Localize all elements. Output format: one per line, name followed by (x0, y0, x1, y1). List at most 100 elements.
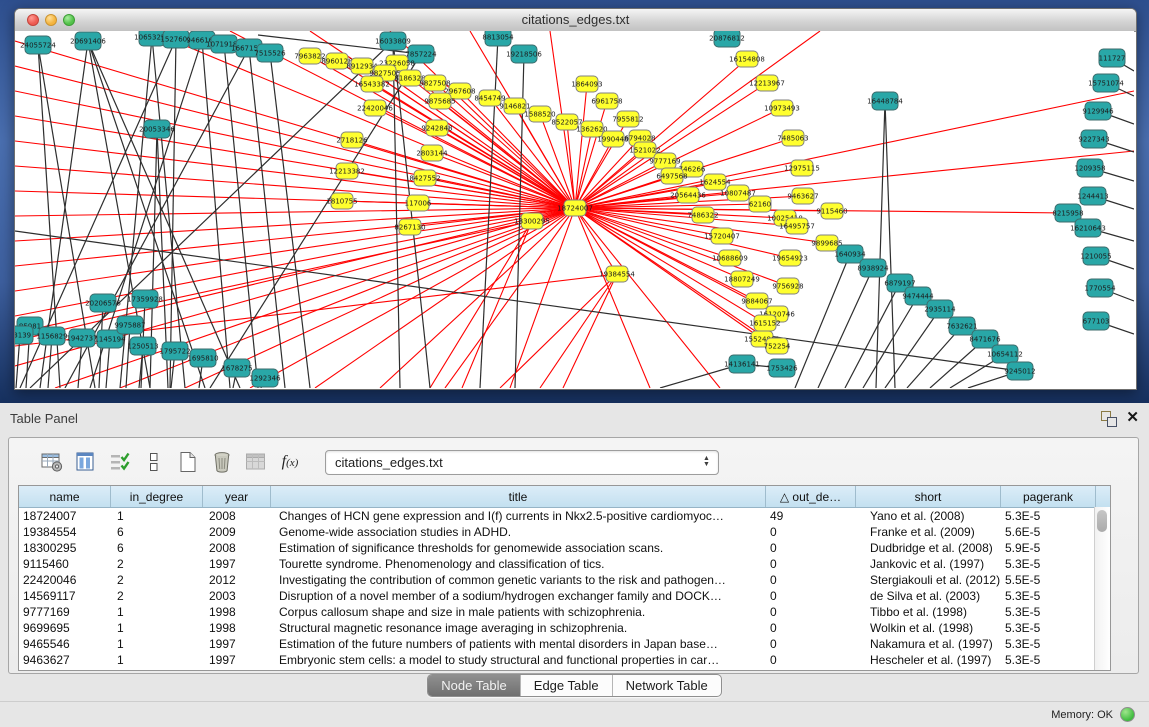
graph-node[interactable]: 6961758 (591, 93, 622, 109)
graph-node[interactable]: 16033809 (375, 32, 411, 50)
column-header-pagerank[interactable]: pagerank (1001, 486, 1096, 507)
graph-node[interactable]: 677103 (1083, 312, 1110, 330)
table-scrollbar-thumb[interactable] (1097, 510, 1107, 532)
graph-node[interactable]: 9463627 (787, 188, 818, 204)
graph-node[interactable]: 1695810 (187, 349, 218, 367)
graph-node[interactable]: 8427552 (409, 170, 440, 186)
graph-node[interactable]: 1209358 (1074, 159, 1105, 177)
network-canvas[interactable]: 2405572420691406106532571527602946616210… (15, 31, 1134, 388)
function-builder-icon[interactable]: f(x) (275, 448, 305, 476)
graph-node[interactable]: 15751074 (1088, 74, 1124, 92)
graph-node[interactable]: 19218506 (506, 45, 542, 63)
graph-node[interactable]: 7955812 (612, 111, 643, 127)
row-height-icon[interactable] (139, 448, 169, 476)
table-row[interactable]: 2242004622012Investigating the contribut… (19, 572, 1110, 588)
close-panel-icon[interactable]: ✕ (1126, 408, 1139, 426)
graph-node[interactable]: 1244413 (1077, 187, 1108, 205)
graph-node[interactable]: 14136141 (724, 355, 760, 373)
table-row[interactable]: 946362711997Embryonic stem cells: a mode… (19, 652, 1110, 668)
graph-node[interactable]: 9115460 (816, 203, 847, 219)
graph-node[interactable]: 2935114 (924, 300, 956, 318)
table-row[interactable]: 1830029562008Estimation of significance … (19, 540, 1110, 556)
graph-node[interactable]: 1942737 (66, 329, 97, 347)
select-columns-icon[interactable] (105, 448, 135, 476)
graph-node[interactable]: 24055724 (20, 36, 56, 54)
graph-node[interactable]: 7485063 (777, 130, 808, 146)
import-table-icon[interactable] (241, 448, 271, 476)
tab-node-table[interactable]: Node Table (428, 675, 520, 696)
table-row[interactable]: 1456911722003Disruption of a novel membe… (19, 588, 1110, 604)
graph-node[interactable]: 9227343 (1078, 130, 1109, 148)
column-header-year[interactable]: year (203, 486, 271, 507)
delete-table-icon[interactable] (207, 448, 237, 476)
graph-node[interactable]: 1678275 (221, 359, 252, 377)
graph-node[interactable]: 1770554 (1084, 279, 1116, 297)
graph-node[interactable]: 10654112 (987, 345, 1023, 363)
column-header-out_de[interactable]: △ out_de… (766, 486, 856, 507)
graph-node[interactable]: 12213967 (749, 75, 785, 91)
graph-node[interactable]: 7486322 (687, 207, 718, 223)
column-header-short[interactable]: short (856, 486, 1001, 507)
graph-node[interactable]: 111727 (1099, 49, 1126, 67)
graph-node[interactable]: 20691406 (70, 32, 106, 50)
column-header-title[interactable]: title (271, 486, 766, 507)
graph-node[interactable]: 22420046 (357, 100, 393, 116)
graph-node[interactable]: 1810755 (326, 193, 357, 209)
graph-node[interactable]: 1210055 (1080, 247, 1111, 265)
window-titlebar[interactable]: citations_edges.txt (15, 9, 1136, 32)
table-row[interactable]: 1938455462009Genome-wide association stu… (19, 524, 1110, 540)
graph-node[interactable]: 6497568 (656, 168, 687, 184)
graph-node[interactable]: 17359928 (127, 290, 163, 308)
graph-node[interactable]: 1753426 (766, 359, 798, 377)
graph-node[interactable]: 8813054 (482, 31, 514, 46)
graph-node[interactable]: 9777169 (649, 153, 680, 169)
graph-node[interactable]: 16210643 (1070, 219, 1106, 237)
graph-node[interactable]: 117006 (405, 195, 432, 211)
float-panel-icon[interactable] (1101, 411, 1117, 427)
table-row[interactable]: 946554611997Estimation of the future num… (19, 636, 1110, 652)
graph-node[interactable]: 1795722 (159, 342, 190, 360)
graph-node[interactable]: 16448784 (867, 92, 903, 110)
graph-node[interactable]: 752254 (764, 338, 791, 354)
column-browser-icon[interactable] (71, 448, 101, 476)
graph-node[interactable]: 12975115 (784, 160, 820, 176)
table-row[interactable]: 969969511998Structural magnetic resonanc… (19, 620, 1110, 636)
graph-node[interactable]: 20876812 (709, 31, 745, 47)
graph-node[interactable]: 1292346 (249, 369, 281, 387)
graph-node[interactable]: 9242848 (421, 120, 452, 136)
graph-node[interactable]: 2803144 (416, 145, 448, 161)
graph-node[interactable]: 1615152 (749, 315, 780, 331)
graph-node[interactable]: 1990448 (597, 131, 628, 147)
graph-node[interactable]: 1156829 (36, 327, 67, 345)
graph-node[interactable]: 12213382 (329, 163, 365, 179)
column-header-in_degree[interactable]: in_degree (111, 486, 203, 507)
graph-node[interactable]: 8938924 (857, 259, 889, 277)
table-row[interactable]: 977716911998Corpus callosum shape and si… (19, 604, 1110, 620)
table-settings-icon[interactable] (37, 448, 67, 476)
table-row[interactable]: 911546021997Tourette syndrome. Phenomeno… (19, 556, 1110, 572)
table-scrollbar[interactable] (1094, 507, 1110, 670)
graph-node[interactable]: 9245012 (1004, 362, 1035, 380)
new-table-icon[interactable] (173, 448, 203, 476)
table-selector-dropdown[interactable]: citations_edges.txt ▲▼ (325, 450, 719, 475)
graph-node[interactable]: 1250513 (127, 337, 158, 355)
tab-network-table[interactable]: Network Table (612, 675, 721, 696)
graph-node[interactable]: 9129946 (1082, 102, 1114, 120)
graph-node[interactable]: 9875685 (424, 93, 455, 109)
column-header-name[interactable]: name (19, 486, 111, 507)
graph-node[interactable]: 16154808 (729, 51, 765, 67)
graph-node[interactable]: 8267130 (394, 219, 425, 235)
graph-node[interactable]: 9756928 (772, 278, 803, 294)
graph-node[interactable]: 20053346 (139, 120, 175, 138)
cell-pagerank: 5.3E-5 (1001, 508, 1096, 524)
graph-node[interactable]: 1864093 (571, 76, 602, 92)
graph-node[interactable]: 62160 (749, 196, 771, 212)
graph-node[interactable]: 7515526 (254, 44, 286, 62)
graph-node[interactable]: 33139 (15, 326, 33, 344)
graph-node[interactable]: 9975887 (114, 316, 145, 334)
tab-edge-table[interactable]: Edge Table (520, 675, 612, 696)
graph-node[interactable]: 20206576 (85, 294, 121, 312)
graph-node[interactable]: 19654923 (772, 250, 808, 266)
graph-node[interactable]: 10688609 (712, 250, 748, 266)
table-row[interactable]: 1872400712008Changes of HCN gene express… (19, 508, 1110, 524)
